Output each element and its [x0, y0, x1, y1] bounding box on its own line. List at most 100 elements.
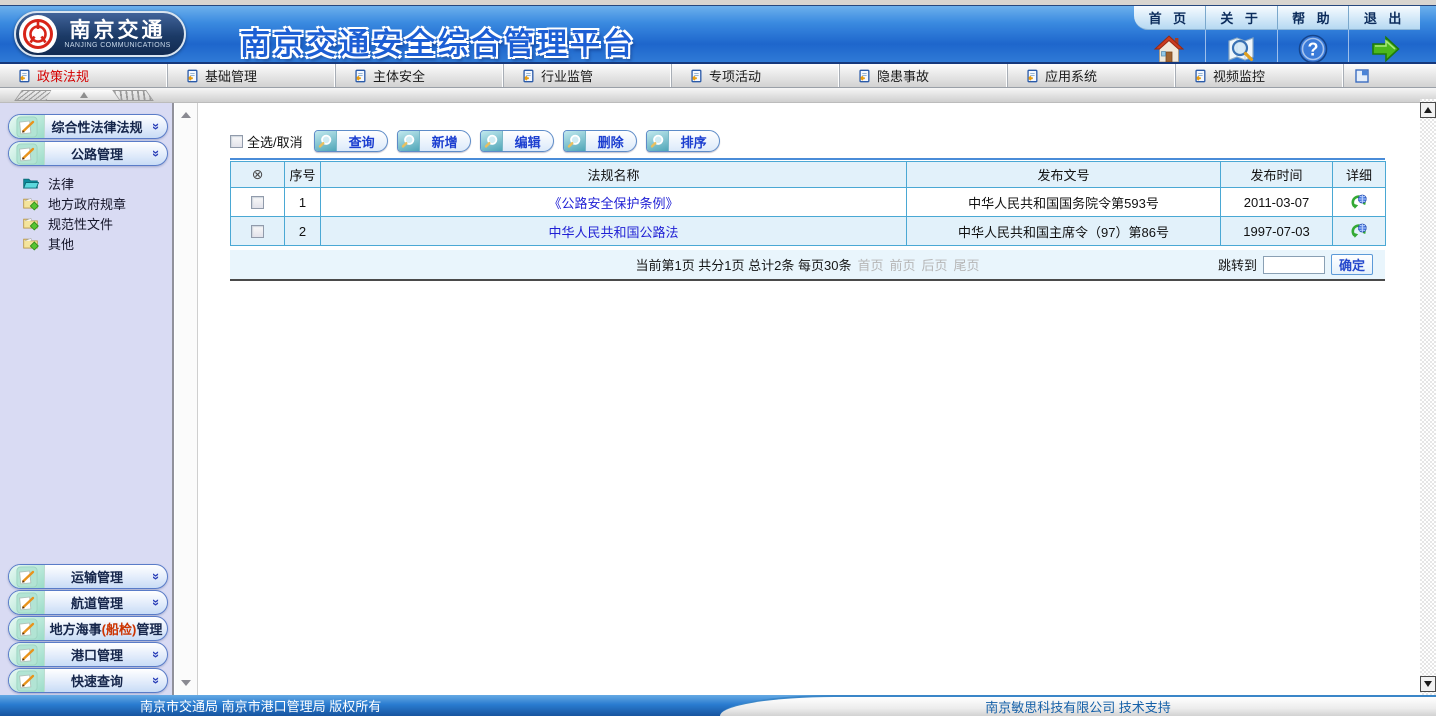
confirm-button[interactable]: 确定 [1331, 254, 1373, 275]
sidebar-group-label: 公路管理 [45, 144, 149, 163]
regulation-link[interactable]: 《公路安全保护条例》 [548, 196, 678, 211]
jump-page-input[interactable] [1263, 256, 1325, 274]
row-checkbox[interactable] [251, 196, 264, 209]
tab-basic-management[interactable]: 基础管理 [168, 64, 336, 87]
quick-link-help[interactable]: 帮 助 [1277, 6, 1349, 29]
magnifier-icon [398, 131, 420, 151]
quick-link-exit[interactable]: 退 出 [1348, 6, 1420, 29]
sidebar-bottom-groups: 运输管理 » 航道管理 » 地方海事(船检)管理 港口管理 » [0, 563, 172, 695]
folder-icon [22, 215, 39, 231]
collapse-arrow-icon [80, 92, 88, 98]
tab-label: 视频监控 [1213, 66, 1265, 85]
sort-button[interactable]: 排序 [646, 130, 720, 152]
column-header-doc-no: 发布文号 [907, 162, 1221, 188]
regulation-link[interactable]: 中华人民共和国公路法 [548, 225, 678, 240]
scroll-up-button[interactable] [1420, 102, 1436, 118]
delete-button[interactable]: 删除 [563, 130, 637, 152]
tab-special-activities[interactable]: 专项活动 [672, 64, 840, 87]
logo-title: 南京交通 [70, 19, 166, 42]
header-banner: 南京交通 NANJING COMMUNICATIONS 南京交通安全综合管理平台… [0, 6, 1436, 62]
tab-subject-safety[interactable]: 主体安全 [336, 64, 504, 87]
chevron-down-icon: » [149, 569, 164, 584]
sidebar-item-local-gov-regulations[interactable]: 地方政府规章 [0, 193, 172, 213]
tab-label: 专项活动 [709, 66, 761, 85]
prev-page-link[interactable]: 前页 [889, 255, 915, 274]
last-page-link[interactable]: 尾页 [954, 255, 980, 274]
nanjing-communications-logo: 南京交通 NANJING COMMUNICATIONS [14, 11, 186, 57]
sidebar-item-normative-documents[interactable]: 规范性文件 [0, 213, 172, 233]
notepad-icon [9, 669, 45, 692]
sidebar-group-comprehensive-laws[interactable]: 综合性法律法规 » [8, 114, 168, 139]
sidebar-group-label: 地方海事(船检)管理 [45, 619, 167, 638]
row-date: 2011-03-07 [1221, 188, 1333, 217]
edit-button[interactable]: 编辑 [480, 130, 554, 152]
sidebar-group-label: 综合性法律法规 [45, 117, 149, 136]
table-header-row: ⊗ 序号 法规名称 发布文号 发布时间 详细 [231, 162, 1386, 188]
main-scrollbar[interactable] [1420, 99, 1436, 695]
window-layout-icon[interactable] [1354, 68, 1370, 84]
page-body: 综合性法律法规 » 公路管理 » 法律 地方政府规章 规范性 [0, 103, 1436, 695]
scroll-up-arrow-icon[interactable] [181, 112, 191, 118]
quick-link-home[interactable]: 首 页 [1134, 6, 1205, 29]
add-button[interactable]: 新增 [397, 130, 471, 152]
scroll-down-arrow-icon[interactable] [181, 680, 191, 686]
quick-links-panel: 首 页 关 于 帮 助 退 出 [1134, 6, 1420, 68]
divider-line [230, 158, 1385, 160]
button-label: 查询 [337, 132, 387, 151]
first-page-link[interactable]: 首页 [857, 255, 883, 274]
sidebar-group-local-maritime-management[interactable]: 地方海事(船检)管理 [8, 616, 168, 641]
chevron-down-icon: » [149, 595, 164, 610]
detail-icon[interactable] [1350, 222, 1368, 240]
sidebar-sub-menu: 法律 地方政府规章 规范性文件 其他 [0, 173, 172, 253]
table-row: 1 《公路安全保护条例》 中华人民共和国国务院令第593号 2011-03-07 [231, 188, 1386, 217]
sidebar-group-label: 运输管理 [45, 567, 149, 586]
jump-to-label: 跳转到 [1218, 255, 1257, 274]
sidebar-item-label: 其他 [48, 234, 74, 253]
document-icon [521, 69, 535, 83]
quick-link-about[interactable]: 关 于 [1205, 6, 1277, 29]
splitter-collapse-handle[interactable] [18, 90, 162, 101]
column-header-name: 法规名称 [321, 162, 907, 188]
column-header-seq: 序号 [285, 162, 321, 188]
notepad-icon [9, 643, 45, 666]
tab-hazard-accidents[interactable]: 隐患事故 [840, 64, 1008, 87]
scroll-down-button[interactable] [1420, 676, 1436, 692]
splitter-strip [0, 88, 1436, 103]
tab-label: 隐患事故 [877, 66, 929, 85]
row-checkbox[interactable] [251, 225, 264, 238]
magnifier-icon [481, 131, 503, 151]
magnifier-icon [564, 131, 586, 151]
sidebar-group-port-management[interactable]: 港口管理 » [8, 642, 168, 667]
footer-right-panel: 南京敏思科技有限公司 技术支持 [720, 695, 1436, 716]
detail-icon[interactable] [1350, 193, 1368, 211]
magnifier-icon [315, 131, 337, 151]
tab-industry-supervision[interactable]: 行业监管 [504, 64, 672, 87]
sidebar-group-highway-management[interactable]: 公路管理 » [8, 141, 168, 166]
row-doc-no: 中华人民共和国国务院令第593号 [907, 188, 1221, 217]
sidebar-scrollbar[interactable] [172, 103, 198, 695]
chevron-down-icon: » [149, 119, 164, 134]
pagination-bar: 当前第1页 共分1页 总计2条 每页30条 首页 前页 后页 尾页 跳转到 确定 [230, 250, 1385, 281]
sidebar-item-law[interactable]: 法律 [0, 173, 172, 193]
button-label: 新增 [420, 132, 470, 151]
tab-policy-laws[interactable]: 政策法规 [0, 64, 168, 87]
document-icon [689, 69, 703, 83]
document-icon [17, 69, 31, 83]
sidebar-item-other[interactable]: 其他 [0, 233, 172, 253]
notepad-icon [9, 591, 45, 614]
sidebar-item-label: 地方政府规章 [48, 194, 126, 213]
sidebar-group-transport-management[interactable]: 运输管理 » [8, 564, 168, 589]
document-icon [185, 69, 199, 83]
row-doc-no: 中华人民共和国主席令（97）第86号 [907, 217, 1221, 246]
sidebar-group-quick-query[interactable]: 快速查询 » [8, 668, 168, 693]
query-button[interactable]: 查询 [314, 130, 388, 152]
hatch-decoration [112, 90, 154, 101]
map-magnifier-icon [1225, 33, 1257, 65]
tab-application-systems[interactable]: 应用系统 [1008, 64, 1176, 87]
sidebar-group-waterway-management[interactable]: 航道管理 » [8, 590, 168, 615]
next-page-link[interactable]: 后页 [922, 255, 948, 274]
tab-video-monitoring[interactable]: 视频监控 [1176, 64, 1344, 87]
select-all-checkbox[interactable] [230, 135, 243, 148]
folder-icon [22, 235, 39, 251]
notepad-icon [9, 617, 45, 640]
